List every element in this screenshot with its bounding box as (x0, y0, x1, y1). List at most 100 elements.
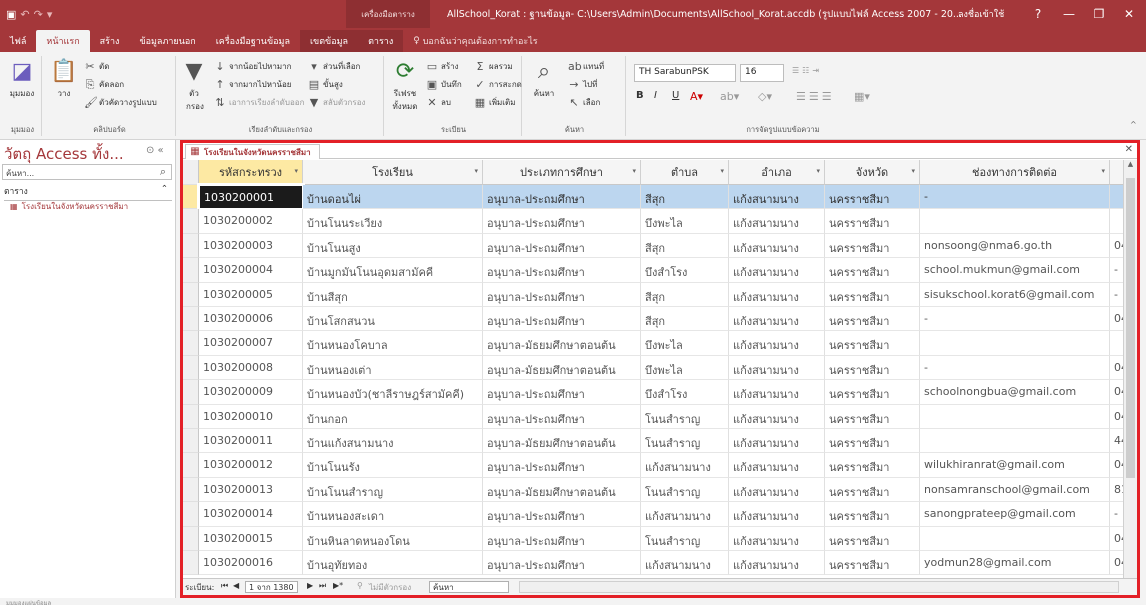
sort-dropdown-icon[interactable]: ▾ (1101, 167, 1105, 175)
cell-extra[interactable] (1110, 185, 1123, 210)
cell-contact[interactable] (920, 526, 1110, 551)
copy-button[interactable]: ⎘ คัดลอก (84, 78, 125, 91)
tab-table[interactable]: ตาราง (358, 30, 404, 52)
refresh-all-button[interactable]: ⟳ รีเฟรช ทั้งหมด (388, 58, 422, 113)
spelling-button[interactable]: ✓ การสะกด (474, 78, 521, 91)
customize-qat-icon[interactable]: ▾ (47, 8, 53, 21)
cell-education-type[interactable]: อนุบาล-ประถมศึกษา (483, 526, 641, 551)
row-selector[interactable] (183, 258, 199, 283)
tell-me-box[interactable]: ♀ บอกฉันว่าคุณต้องการทำอะไร (403, 30, 547, 52)
cell-extra[interactable] (1110, 331, 1123, 356)
cell-education-type[interactable]: อนุบาล-ประถมศึกษา (483, 233, 641, 259)
nav-search-input[interactable]: ค้นหา... ⌕ (2, 164, 172, 180)
cell-province[interactable]: นครราชสีมา (825, 209, 920, 234)
sign-in-link[interactable]: ลงชื่อเข้าใช้ (958, 7, 1004, 21)
cell-contact[interactable] (920, 404, 1110, 429)
cell-education-type[interactable]: อนุบาล-มัธยมศึกษาตอนต้น (483, 355, 641, 381)
cell-subdistrict[interactable]: สีสุก (641, 185, 729, 210)
cell-education-type[interactable]: อนุบาล-ประถมศึกษา (483, 380, 641, 405)
cell-extra[interactable]: 44 (1110, 429, 1123, 454)
cell-education-type[interactable]: อนุบาล-ประถมศึกษา (483, 258, 641, 283)
cell-school[interactable]: บ้านโนนระเวียง (303, 209, 483, 234)
cell-education-type[interactable]: อนุบาล-ประถมศึกษา (483, 453, 641, 478)
cell-district[interactable]: แก้งสนามนาง (729, 404, 825, 429)
cell-contact[interactable]: sisukschool.korat6@gmail.com (920, 282, 1110, 307)
cell-province[interactable]: นครราชสีมา (825, 502, 920, 527)
cell-ministry-code[interactable]: 1030200012 (199, 453, 303, 478)
nav-pane-controls[interactable]: ⊙ « (146, 145, 164, 156)
cell-province[interactable]: นครราชสีมา (825, 233, 920, 259)
cell-contact[interactable]: - (920, 185, 1110, 210)
bold-button[interactable]: B (636, 90, 644, 101)
cell-district[interactable]: แก้งสนามนาง (729, 380, 825, 405)
cell-education-type[interactable]: อนุบาล-ประถมศึกษา (483, 502, 641, 527)
row-selector[interactable] (183, 307, 199, 332)
fill-color-button[interactable]: ◇▾ (758, 90, 772, 103)
cell-province[interactable]: นครราชสีมา (825, 551, 920, 576)
cell-education-type[interactable]: อนุบาล-มัธยมศึกษาตอนต้น (483, 331, 641, 356)
cell-district[interactable]: แก้งสนามนาง (729, 233, 825, 259)
redo-icon[interactable]: ↷ (34, 8, 43, 21)
cell-contact[interactable]: schoolnongbua@gmail.com (920, 380, 1110, 405)
cell-education-type[interactable]: อนุบาล-ประถมศึกษา (483, 282, 641, 307)
column-header-education-type[interactable]: ประเภทการศึกษา ▾ (483, 160, 641, 185)
cell-extra[interactable]: 04 (1110, 356, 1123, 381)
cell-ministry-code[interactable]: 1030200004 (199, 258, 303, 283)
cell-subdistrict[interactable]: แก้งสนามนาง (641, 453, 729, 478)
first-record-button[interactable]: ⏮ (221, 581, 228, 591)
cell-subdistrict[interactable]: บึงพะไล (641, 355, 729, 381)
font-size-select[interactable]: 16 (740, 64, 784, 82)
cell-ministry-code[interactable]: 1030200001 (197, 182, 305, 212)
row-selector[interactable] (183, 380, 199, 405)
cell-province[interactable]: นครราชสีมา (825, 526, 920, 551)
tab-create[interactable]: สร้าง (90, 30, 130, 52)
cell-ministry-code[interactable]: 1030200006 (199, 307, 303, 332)
cell-extra[interactable]: 04 (1110, 307, 1123, 332)
cell-district[interactable]: แก้งสนามนาง (729, 355, 825, 381)
totals-button[interactable]: Σ ผลรวม (474, 60, 513, 73)
cell-ministry-code[interactable]: 1030200007 (199, 331, 303, 356)
cell-extra[interactable]: - (1110, 283, 1123, 307)
cell-province[interactable]: นครราชสีมา (825, 404, 920, 429)
cell-extra[interactable] (1110, 209, 1123, 234)
sort-ascending-button[interactable]: ↓ จากน้อยไปหามาก (214, 60, 291, 73)
new-record-nav-button[interactable]: ▶* (333, 581, 343, 590)
row-selector[interactable] (183, 526, 199, 551)
cell-district[interactable]: แก้งสนามนาง (729, 453, 825, 478)
highlight-button[interactable]: ab▾ (720, 90, 739, 103)
cell-education-type[interactable]: อนุบาล-ประถมศึกษา (483, 185, 641, 210)
cell-education-type[interactable]: อนุบาล-มัธยมศึกษาตอนต้น (483, 429, 641, 454)
cell-subdistrict[interactable]: โนนสำราญ (641, 429, 729, 454)
cell-contact[interactable]: school.mukmun@gmail.com (920, 258, 1110, 283)
collapse-ribbon-icon[interactable]: ^ (1130, 120, 1137, 129)
cell-extra[interactable]: 04 (1110, 234, 1123, 259)
advanced-button[interactable]: ▤ ขั้นสูง (308, 78, 343, 91)
cell-contact[interactable] (920, 429, 1110, 454)
row-selector[interactable] (183, 453, 199, 478)
save-record-button[interactable]: ▣ บันทึก (426, 78, 462, 91)
cell-district[interactable]: แก้งสนามนาง (729, 429, 825, 454)
cell-contact[interactable]: - (920, 355, 1110, 381)
format-painter-button[interactable]: 🖌 ตัวคัดวางรูปแบบ (84, 96, 157, 109)
cell-subdistrict[interactable]: บึงสำโรง (641, 380, 729, 405)
cell-school[interactable]: บ้านมูกมันโนนอุดมสามัคคี (303, 258, 483, 283)
cell-contact[interactable] (920, 209, 1110, 234)
cell-education-type[interactable]: อนุบาล-มัธยมศึกษาตอนต้น (483, 477, 641, 503)
cell-extra[interactable]: 04 (1110, 527, 1123, 551)
tab-external-data[interactable]: ข้อมูลภายนอก (129, 30, 205, 52)
nav-pane-title[interactable]: วัตถุ Access ทั้ง... (4, 142, 124, 166)
cell-province[interactable]: นครราชสีมา (825, 307, 920, 332)
next-record-button[interactable]: ▶ (307, 581, 313, 590)
underline-button[interactable]: U (672, 90, 679, 101)
select-button[interactable]: ↖ เลือก (568, 96, 600, 109)
select-all-corner[interactable] (183, 160, 199, 185)
cell-school[interactable]: บ้านแก้งสนามนาง (303, 429, 483, 454)
row-selector[interactable] (183, 429, 199, 454)
cell-province[interactable]: นครราชสีมา (825, 355, 920, 381)
paste-button[interactable]: 📋 วาง (50, 58, 78, 100)
cell-school[interactable]: บ้านหนองโคบาล (303, 331, 483, 356)
cell-subdistrict[interactable]: โนนสำราญ (641, 526, 729, 551)
cell-education-type[interactable]: อนุบาล-ประถมศึกษา (483, 307, 641, 332)
cell-district[interactable]: แก้งสนามนาง (729, 209, 825, 234)
sort-dropdown-icon[interactable]: ▾ (294, 167, 298, 175)
